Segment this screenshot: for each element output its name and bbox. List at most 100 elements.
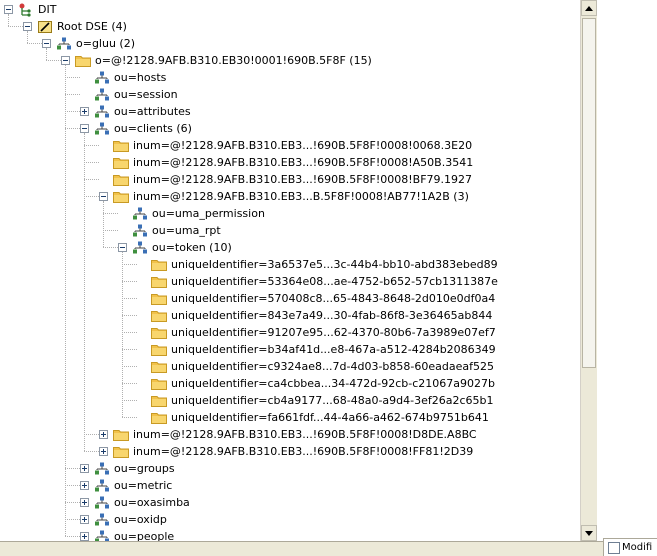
tree-node[interactable]: inum=@!2128.9AFB.B310.EB3...!690B.5F8F!0…: [99, 137, 472, 154]
tree-connector: [65, 65, 66, 536]
collapse-icon[interactable]: [99, 192, 108, 201]
folder-icon: [151, 394, 167, 408]
tree-node-label: inum=@!2128.9AFB.B310.EB3...!690B.5F8F!0…: [133, 173, 473, 186]
ldap-entry-icon: [94, 513, 110, 527]
tree-connector: [122, 281, 137, 282]
tree-node[interactable]: ou=uma_rpt: [118, 222, 221, 239]
tree-connector: [122, 315, 137, 316]
tree-connector: [27, 43, 42, 44]
tree-node[interactable]: inum=@!2128.9AFB.B310.EB3...!690B.5F8F!0…: [99, 154, 473, 171]
tree-node[interactable]: inum=@!2128.9AFB.B310.EB3...!690B.5F8F!0…: [99, 443, 473, 460]
tree-node[interactable]: inum=@!2128.9AFB.B310.EB3...!690B.5F8F!0…: [99, 171, 472, 188]
tree-node-label: uniqueIdentifier=91207e95...62-4370-80b6…: [171, 326, 496, 339]
folder-icon: [113, 173, 129, 187]
tree-node-label: ou=people: [114, 530, 175, 541]
tree-node[interactable]: uniqueIdentifier=570408c8...65-4843-8648…: [137, 290, 495, 307]
expand-icon[interactable]: [80, 464, 89, 473]
tree-node[interactable]: Root DSE (4): [23, 18, 127, 35]
expand-icon[interactable]: [80, 481, 89, 490]
collapse-icon[interactable]: [118, 243, 127, 252]
scrollbar-thumb[interactable]: [582, 18, 596, 368]
collapse-icon[interactable]: [61, 56, 70, 65]
tree-node[interactable]: uniqueIdentifier=ca4cbbea...34-472d-92cb…: [137, 375, 495, 392]
ldap-browser-tree[interactable]: DIT Root DSE (4) o=gluu (2) o=@!2128.9AFB.B…: [0, 0, 580, 541]
tree-node-label: ou=uma_rpt: [152, 224, 221, 237]
tree-node[interactable]: ou=oxasimba: [80, 494, 190, 511]
tree-connector: [65, 485, 80, 486]
tree-node[interactable]: ou=clients (6): [80, 120, 192, 137]
tree-node[interactable]: ou=token (10): [118, 239, 232, 256]
scroll-up-button[interactable]: [581, 0, 597, 16]
ldap-entry-icon: [94, 462, 110, 476]
tree-connector: [122, 264, 137, 265]
tree-node[interactable]: ou=oxidp: [80, 511, 167, 528]
collapse-icon[interactable]: [80, 124, 89, 133]
folder-icon: [113, 139, 129, 153]
tree-node[interactable]: ou=metric: [80, 477, 172, 494]
tree-node[interactable]: uniqueIdentifier=3a6537e5...3c-44b4-bb10…: [137, 256, 498, 273]
tree-node[interactable]: ou=people: [80, 528, 174, 541]
tree-node[interactable]: inum=@!2128.9AFB.B310.EB3...B.5F8F!0008!…: [99, 188, 469, 205]
tree-node[interactable]: o=@!2128.9AFB.B310.EB30!0001!690B.5F8F (…: [61, 52, 372, 69]
tree-node[interactable]: uniqueIdentifier=53364e08...ae-4752-b652…: [137, 273, 498, 290]
tree-node[interactable]: ou=attributes: [80, 103, 191, 120]
dit-icon: [18, 3, 34, 17]
tree-connector: [122, 349, 137, 350]
scroll-down-button[interactable]: [581, 525, 597, 541]
vertical-scrollbar[interactable]: [580, 0, 597, 541]
tree-node[interactable]: o=gluu (2): [42, 35, 135, 52]
tree-node-label: ou=attributes: [114, 105, 191, 118]
tree-node-label: o=gluu (2): [76, 37, 136, 50]
arrow-down-icon: [585, 530, 593, 536]
tree-node[interactable]: ou=hosts: [80, 69, 166, 86]
folder-icon: [151, 377, 167, 391]
tree-node-label: uniqueIdentifier=cb4a9177...68-48a0-a9d4…: [171, 394, 494, 407]
expand-icon[interactable]: [99, 447, 108, 456]
tree-node-label: ou=hosts: [114, 71, 167, 84]
expand-icon[interactable]: [80, 515, 89, 524]
tree-node-label: inum=@!2128.9AFB.B310.EB3...!690B.5F8F!0…: [133, 445, 474, 458]
collapse-icon[interactable]: [42, 39, 51, 48]
collapse-icon[interactable]: [23, 22, 32, 31]
tree-node[interactable]: DIT: [4, 1, 56, 18]
tree-node[interactable]: ou=groups: [80, 460, 175, 477]
tree-node[interactable]: uniqueIdentifier=fa661fdf...44-4a66-a462…: [137, 409, 489, 426]
folder-icon: [113, 445, 129, 459]
tree-connector: [65, 502, 80, 503]
tree-node[interactable]: ou=session: [80, 86, 178, 103]
tree-connector: [122, 332, 137, 333]
tree-connector: [46, 60, 61, 61]
tree-node-label: uniqueIdentifier=c9324ae8...7d-4d03-b858…: [171, 360, 494, 373]
tree-node[interactable]: uniqueIdentifier=843e7a49...30-4fab-86f8…: [137, 307, 492, 324]
tree-node[interactable]: uniqueIdentifier=c9324ae8...7d-4d03-b858…: [137, 358, 494, 375]
ldap-entry-icon: [94, 122, 110, 136]
ldap-entry-icon: [132, 241, 148, 255]
tree-node[interactable]: uniqueIdentifier=91207e95...62-4370-80b6…: [137, 324, 496, 341]
tree-node[interactable]: ou=uma_permission: [118, 205, 265, 222]
tree-connector: [122, 252, 123, 417]
tree-node-label: uniqueIdentifier=b34af41d...e8-467a-a512…: [171, 343, 496, 356]
tree-node-label: uniqueIdentifier=fa661fdf...44-4a66-a462…: [171, 411, 489, 424]
tree-node-label: Root DSE (4): [57, 20, 127, 33]
expand-icon[interactable]: [99, 430, 108, 439]
collapse-icon[interactable]: [4, 5, 13, 14]
tree-node-label: uniqueIdentifier=570408c8...65-4843-8648…: [171, 292, 496, 305]
expand-icon[interactable]: [80, 107, 89, 116]
folder-icon: [151, 343, 167, 357]
tree-node[interactable]: uniqueIdentifier=b34af41d...e8-467a-a512…: [137, 341, 496, 358]
expand-icon[interactable]: [80, 498, 89, 507]
adjacent-panel: [597, 0, 657, 537]
tree-node[interactable]: inum=@!2128.9AFB.B310.EB3...!690B.5F8F!0…: [99, 426, 477, 443]
folder-icon: [151, 309, 167, 323]
tab-modifications[interactable]: Modifi: [603, 538, 657, 556]
tree-connector: [8, 26, 23, 27]
tree-node-label: uniqueIdentifier=843e7a49...30-4fab-86f8…: [171, 309, 493, 322]
expand-icon[interactable]: [80, 532, 89, 541]
tree-node[interactable]: uniqueIdentifier=cb4a9177...68-48a0-a9d4…: [137, 392, 494, 409]
